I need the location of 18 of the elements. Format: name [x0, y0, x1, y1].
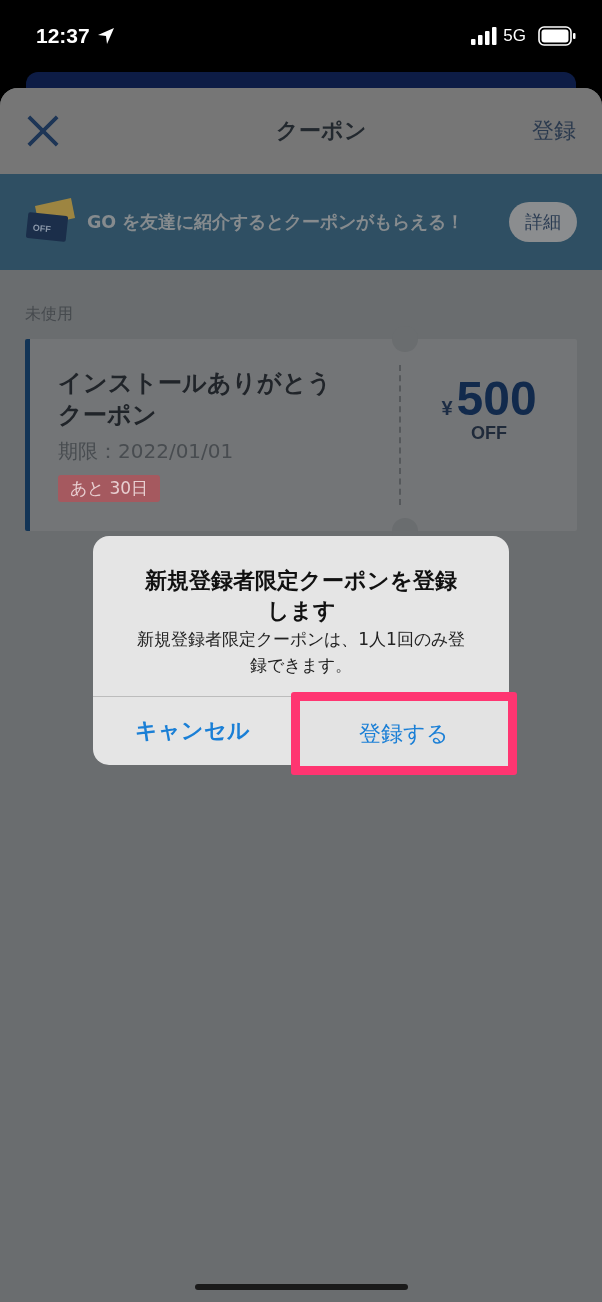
battery-icon [538, 26, 576, 46]
dialog-message: 新規登録者限定クーポンは、1人1回のみ登録できます。 [136, 628, 466, 677]
status-time: 12:37 [36, 24, 90, 48]
coupon-title: インストールありがとうクーポン [58, 368, 333, 432]
discount-amount: 500 [456, 375, 537, 423]
close-icon[interactable] [26, 114, 60, 148]
screen-title: クーポン [275, 117, 367, 145]
currency-sign: ¥ [441, 397, 453, 420]
cancel-button[interactable]: キャンセル [93, 697, 291, 766]
register-link[interactable]: 登録 [532, 116, 576, 146]
discount-unit: OFF [471, 423, 507, 444]
details-button[interactable]: 詳細 [509, 202, 577, 242]
signal-icon [471, 27, 498, 45]
banner-text: GO を友達に紹介するとクーポンがもらえる！ [87, 211, 466, 234]
dialog-title: 新規登録者限定クーポンを登録します [144, 567, 458, 625]
register-button[interactable]: 登録する [291, 692, 517, 776]
days-left-tag: あと 30日 [58, 474, 161, 502]
network-label: 5G [503, 26, 526, 46]
